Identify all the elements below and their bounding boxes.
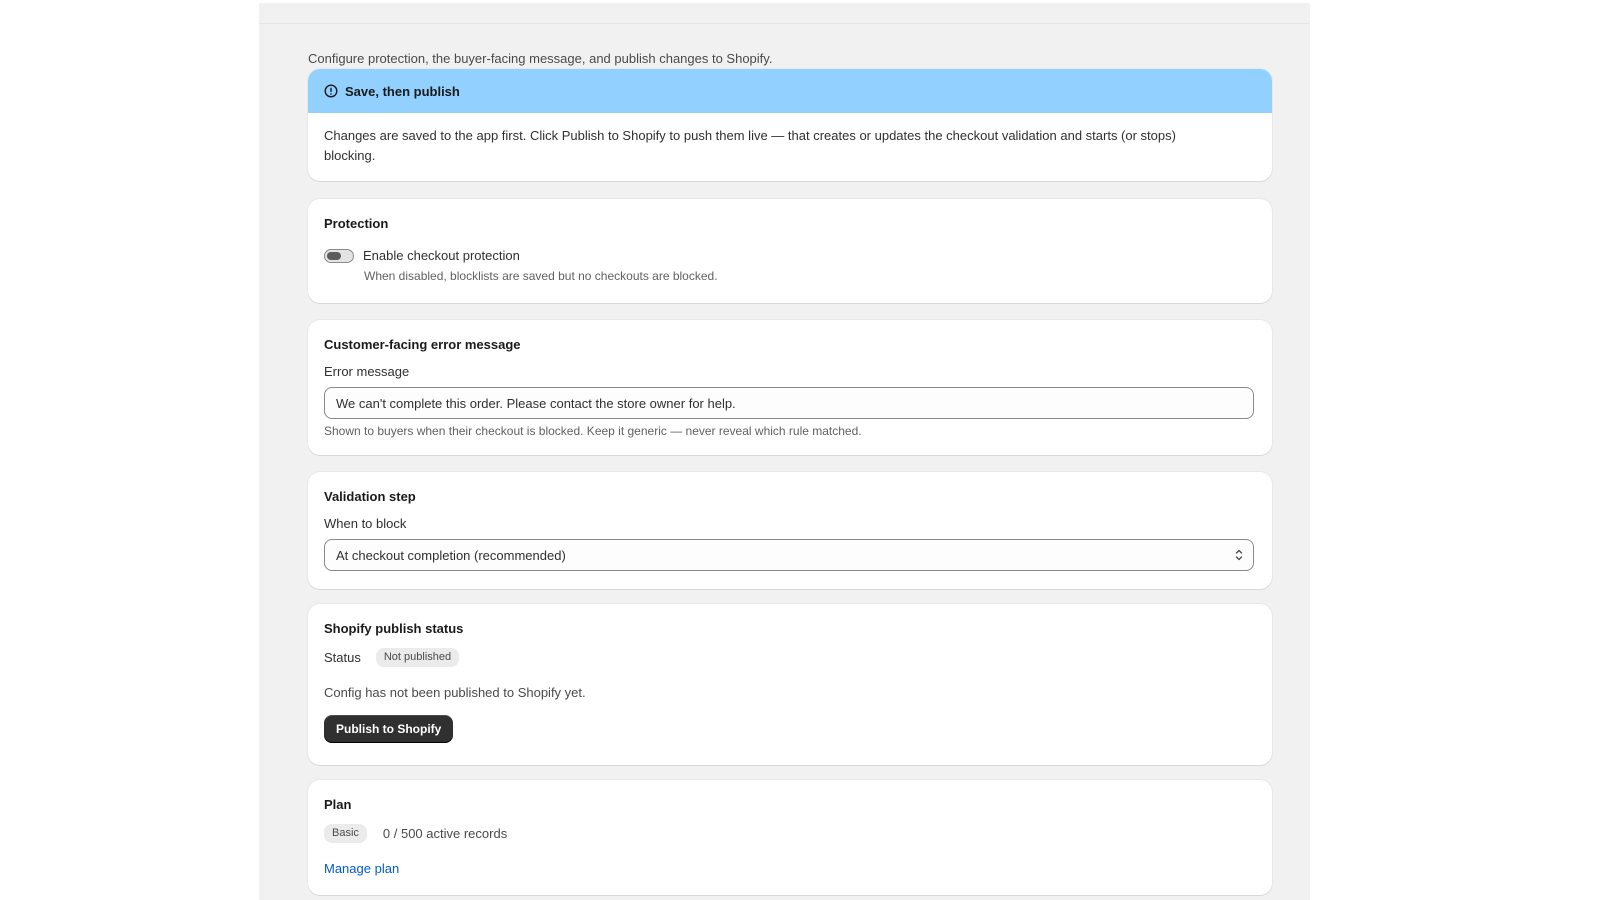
when-to-block-value: At checkout completion (recommended) bbox=[336, 547, 566, 563]
publish-to-shopify-button[interactable]: Publish to Shopify bbox=[324, 715, 454, 743]
protection-card: Protection Enable checkout protection Wh… bbox=[308, 199, 1272, 303]
when-to-block-select[interactable]: At checkout completion (recommended) bbox=[324, 539, 1254, 571]
status-row: Status Not published bbox=[324, 648, 1256, 667]
plan-card: Plan Basic 0 / 500 active records Manage… bbox=[308, 780, 1272, 895]
error-message-card: Customer-facing error message Error mess… bbox=[308, 320, 1272, 455]
publish-status-text: Config has not been published to Shopify… bbox=[324, 685, 586, 700]
status-badge: Not published bbox=[375, 648, 460, 667]
status-label: Status bbox=[324, 650, 361, 665]
protection-toggle-row: Enable checkout protection bbox=[324, 248, 1256, 263]
banner-header: Save, then publish bbox=[308, 69, 1272, 113]
info-icon bbox=[324, 84, 338, 98]
toggle-help-text: When disabled, blocklists are saved but … bbox=[364, 269, 718, 283]
error-message-title: Customer-facing error message bbox=[324, 337, 521, 352]
publish-status-card: Shopify publish status Status Not publis… bbox=[308, 604, 1272, 765]
manage-plan-link[interactable]: Manage plan bbox=[324, 861, 399, 876]
select-chevrons-icon bbox=[1234, 547, 1244, 563]
app-frame: Configure protection, the buyer-facing m… bbox=[259, 3, 1310, 900]
plan-records: 0 / 500 active records bbox=[382, 826, 508, 841]
publish-status-title: Shopify publish status bbox=[324, 621, 464, 636]
validation-step-title: Validation step bbox=[324, 489, 416, 504]
protection-title: Protection bbox=[324, 216, 389, 231]
checkout-protection-toggle[interactable] bbox=[324, 248, 354, 263]
page-intro: Configure protection, the buyer-facing m… bbox=[308, 51, 773, 66]
banner-body: Changes are saved to the app first. Clic… bbox=[324, 128, 1176, 163]
when-to-block-label: When to block bbox=[324, 516, 407, 531]
banner-title: Save, then publish bbox=[345, 83, 460, 99]
plan-row: Basic 0 / 500 active records bbox=[324, 824, 1256, 843]
toggle-label: Enable checkout protection bbox=[363, 248, 520, 263]
toggle-knob bbox=[327, 251, 341, 260]
error-message-help: Shown to buyers when their checkout is b… bbox=[324, 424, 862, 438]
top-strip bbox=[259, 3, 1310, 24]
error-message-label: Error message bbox=[324, 364, 410, 379]
plan-badge: Basic bbox=[324, 824, 367, 843]
info-banner: Save, then publish Changes are saved to … bbox=[308, 69, 1272, 181]
error-message-input[interactable] bbox=[324, 387, 1254, 419]
plan-title: Plan bbox=[324, 797, 352, 812]
validation-step-card: Validation step When to block At checkou… bbox=[308, 472, 1272, 589]
